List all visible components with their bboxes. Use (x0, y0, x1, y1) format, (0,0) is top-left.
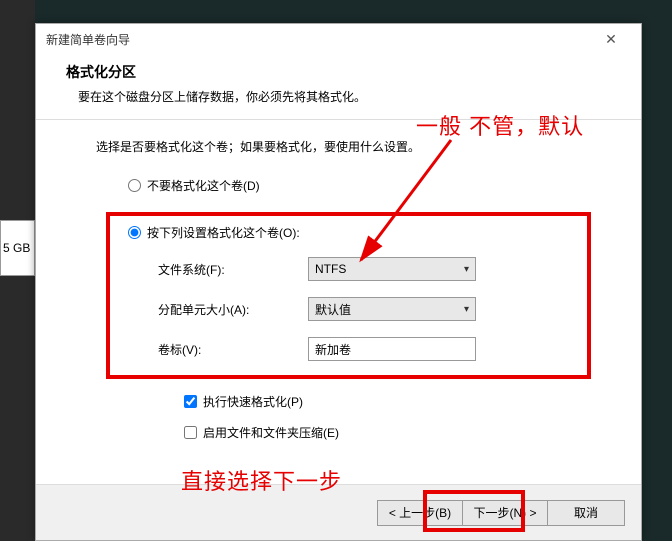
close-button[interactable]: ✕ (591, 27, 631, 51)
close-icon: ✕ (605, 31, 617, 48)
radio-no-format-label: 不要格式化这个卷(D) (147, 177, 260, 194)
annotation-text-2: 直接选择下一步 (181, 464, 342, 496)
radio-no-format[interactable]: 不要格式化这个卷(D) (128, 177, 601, 194)
quick-format-label: 执行快速格式化(P) (203, 393, 303, 410)
filesystem-label: 文件系统(F): (158, 261, 308, 278)
compression-label: 启用文件和文件夹压缩(E) (203, 424, 339, 441)
volume-label-input[interactable]: 新加卷 (308, 337, 476, 361)
header-description: 要在这个磁盘分区上储存数据，你必须先将其格式化。 (66, 88, 611, 105)
filesystem-select[interactable]: NTFS ▾ (308, 257, 476, 281)
radio-format[interactable]: 按下列设置格式化这个卷(O): (128, 224, 569, 241)
wizard-dialog: 新建简单卷向导 ✕ 格式化分区 要在这个磁盘分区上储存数据，你必须先将其格式化。… (35, 23, 642, 541)
chevron-down-icon: ▾ (464, 264, 469, 275)
allocation-select[interactable]: 默认值 ▾ (308, 297, 476, 321)
quick-format-input[interactable] (184, 395, 197, 408)
header-heading: 格式化分区 (66, 62, 611, 82)
volume-label-value: 新加卷 (315, 341, 351, 358)
radio-format-input[interactable] (128, 226, 141, 239)
annotation-red-box: 按下列设置格式化这个卷(O): 文件系统(F): NTFS ▾ 分配单元大小(A… (106, 212, 591, 379)
quick-format-checkbox[interactable]: 执行快速格式化(P) (184, 393, 601, 410)
compression-checkbox[interactable]: 启用文件和文件夹压缩(E) (184, 424, 601, 441)
allocation-label: 分配单元大小(A): (158, 301, 308, 318)
dialog-content: 选择是否要格式化这个卷；如果要格式化，要使用什么设置。 不要格式化这个卷(D) … (36, 120, 641, 449)
radio-format-label: 按下列设置格式化这个卷(O): (147, 224, 300, 241)
titlebar: 新建简单卷向导 ✕ (36, 24, 641, 54)
cancel-button[interactable]: 取消 (547, 500, 625, 526)
chevron-down-icon: ▾ (464, 304, 469, 315)
compression-input[interactable] (184, 426, 197, 439)
dialog-title: 新建简单卷向导 (46, 31, 130, 48)
annotation-text-1: 一般 不管，默认 (416, 109, 584, 141)
allocation-row: 分配单元大小(A): 默认值 ▾ (158, 297, 569, 321)
volume-label-row: 卷标(V): 新加卷 (158, 337, 569, 361)
bg-disk-fragment: 5 GB (0, 220, 35, 276)
filesystem-value: NTFS (315, 262, 346, 276)
volume-label-label: 卷标(V): (158, 341, 308, 358)
radio-no-format-input[interactable] (128, 179, 141, 192)
filesystem-row: 文件系统(F): NTFS ▾ (158, 257, 569, 281)
next-highlight-box (423, 490, 525, 532)
allocation-value: 默认值 (315, 301, 351, 318)
